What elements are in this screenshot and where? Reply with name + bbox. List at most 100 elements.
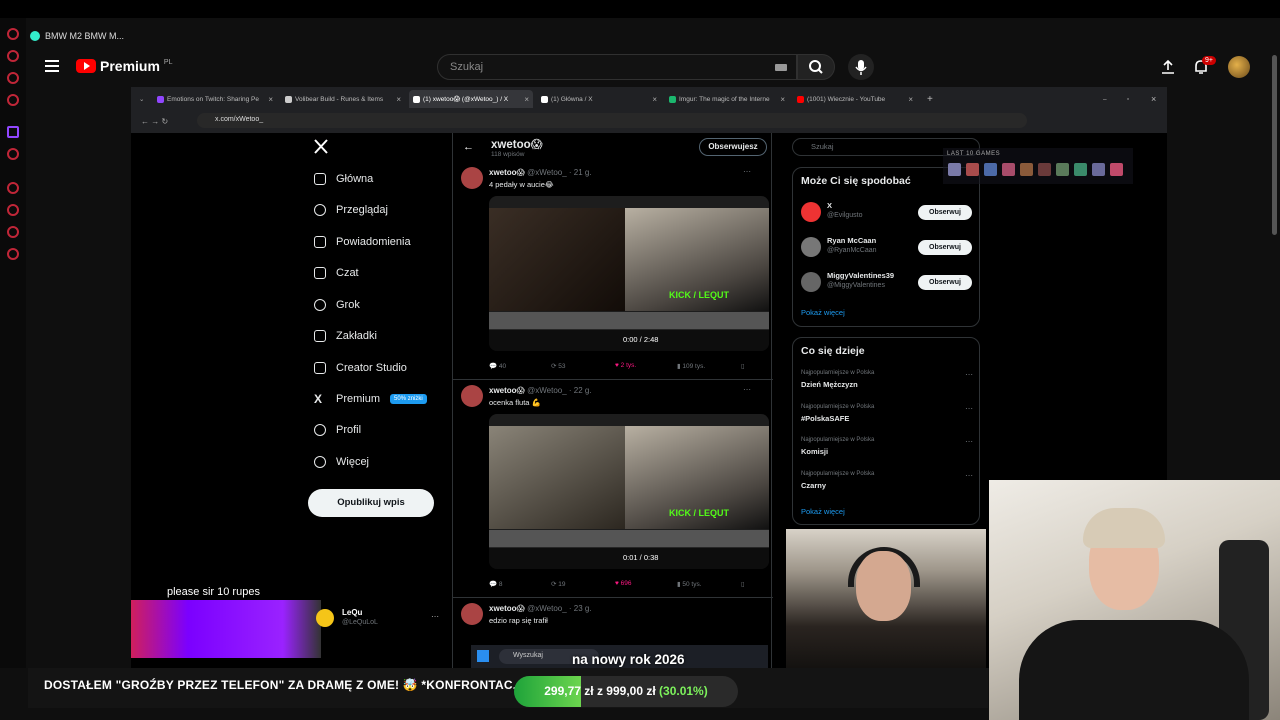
views-button[interactable]: ▮ 50 tys.: [677, 580, 702, 588]
like-button[interactable]: ♥ 2 tys.: [615, 362, 636, 369]
nav-home[interactable]: Główna: [314, 173, 373, 185]
tweet-avatar[interactable]: [461, 603, 483, 625]
video-controls[interactable]: 0:01 / 0:38: [489, 547, 769, 569]
suggestion-avatar[interactable]: [801, 202, 821, 222]
close-icon[interactable]: ×: [780, 95, 785, 104]
keyboard-icon[interactable]: [775, 64, 787, 71]
rail-clock-icon[interactable]: [7, 204, 19, 216]
views-button[interactable]: ▮ 109 tys.: [677, 362, 705, 370]
repost-button[interactable]: ⟳ 19: [551, 580, 566, 588]
page-scrollbar[interactable]: [1272, 55, 1277, 235]
like-button[interactable]: ♥ 696: [615, 580, 632, 587]
browser-tab[interactable]: BMW M2 BMW M...: [30, 28, 124, 44]
close-window-button[interactable]: ×: [1147, 90, 1161, 108]
trend-more-icon[interactable]: ⋯: [965, 404, 973, 413]
publish-post-button[interactable]: Opublikuj wpis: [308, 489, 434, 517]
nav-bookmarks[interactable]: Zakładki: [314, 330, 377, 342]
nav-buttons[interactable]: ← → ↻: [137, 112, 191, 130]
close-icon[interactable]: ×: [268, 95, 273, 104]
follow-button[interactable]: Obserwuj: [918, 240, 972, 255]
trend-more-icon[interactable]: ⋯: [965, 471, 973, 480]
rail-youtube-icon[interactable]: [7, 148, 19, 160]
chrome-tab[interactable]: Volibear Build - Runes & Items ×: [281, 90, 405, 108]
tab-search-button[interactable]: ⌄: [135, 90, 149, 108]
rail-history-icon[interactable]: [7, 28, 19, 40]
mic-button[interactable]: [848, 54, 874, 80]
close-icon[interactable]: ×: [652, 95, 657, 104]
chrome-tab[interactable]: Imgur: The magic of the Interne ×: [665, 90, 789, 108]
rail-play-icon[interactable]: [7, 182, 19, 194]
suggestion-name[interactable]: Ryan McCaan: [827, 236, 876, 245]
trend-more-icon[interactable]: ⋯: [965, 437, 973, 446]
suggestion-name[interactable]: X: [827, 201, 832, 210]
trend-item[interactable]: Czarny: [801, 481, 826, 490]
tweet-more-icon[interactable]: ⋯: [743, 167, 751, 176]
address-bar[interactable]: x.com/xWetoo_: [197, 113, 1027, 128]
suggestion-name[interactable]: MiggyValentines39: [827, 271, 894, 280]
repost-button[interactable]: ⟳ 53: [551, 362, 566, 370]
reply-button[interactable]: 💬 8: [489, 580, 503, 588]
account-avatar[interactable]: [1228, 56, 1250, 78]
rail-settings-icon[interactable]: [7, 248, 19, 260]
account-name[interactable]: LeQu: [342, 608, 362, 617]
tweet-avatar[interactable]: [461, 167, 483, 189]
nav-creator-studio[interactable]: Creator Studio: [314, 362, 407, 374]
close-icon[interactable]: ×: [908, 95, 913, 104]
tweet-author[interactable]: xwetoo😱 @xWetoo_ · 23 g.: [489, 604, 592, 613]
reply-button[interactable]: 💬 40: [489, 362, 506, 370]
back-arrow-icon[interactable]: ←: [463, 141, 474, 153]
follow-button[interactable]: Obserwuj: [918, 275, 972, 290]
tweet-video[interactable]: KICK / LEQUT 0:01 / 0:38: [489, 414, 769, 569]
nav-more[interactable]: Więcej: [314, 456, 369, 468]
rail-twitch-icon[interactable]: [7, 126, 19, 138]
nav-chat[interactable]: Czat: [314, 267, 359, 279]
rail-puzzle-icon[interactable]: [7, 226, 19, 238]
close-icon[interactable]: ×: [524, 95, 529, 104]
close-icon[interactable]: ×: [396, 95, 401, 104]
trend-more-icon[interactable]: ⋯: [965, 370, 973, 379]
tweet-author[interactable]: xwetoo😱 @xWetoo_ · 21 g.: [489, 168, 592, 177]
windows-start-icon[interactable]: [477, 650, 489, 662]
chrome-tab[interactable]: (1) Główna / X ×: [537, 90, 661, 108]
tweet-avatar[interactable]: [461, 385, 483, 407]
youtube-search-input[interactable]: Szukaj: [437, 54, 797, 80]
champion-icon: [984, 163, 997, 176]
account-avatar[interactable]: [316, 609, 334, 627]
suggestion-avatar[interactable]: [801, 272, 821, 292]
rail-chat-icon[interactable]: [7, 72, 19, 84]
suggestion-avatar[interactable]: [801, 237, 821, 257]
show-more-link[interactable]: Pokaż więcej: [801, 308, 845, 317]
follow-button[interactable]: Obserwuj: [918, 205, 972, 220]
minimize-button[interactable]: –: [1099, 90, 1113, 108]
nav-grok[interactable]: Grok: [314, 299, 360, 311]
upload-icon[interactable]: [1160, 59, 1176, 75]
rail-store-icon[interactable]: [7, 50, 19, 62]
video-controls[interactable]: 0:00 / 2:48: [489, 329, 769, 351]
new-tab-button[interactable]: +: [923, 90, 939, 108]
tweet-more-icon[interactable]: ⋯: [743, 385, 751, 394]
chrome-tab[interactable]: Emotions on Twitch: Sharing Pe ×: [153, 90, 277, 108]
show-more-link[interactable]: Pokaż więcej: [801, 507, 845, 516]
following-button[interactable]: Obserwujesz: [699, 138, 767, 156]
trend-item[interactable]: Komisji: [801, 447, 828, 456]
tweet-handle: @xWetoo_ · 21 g.: [527, 168, 592, 177]
rail-mail-icon[interactable]: [7, 94, 19, 106]
account-more-icon[interactable]: ⋯: [431, 612, 439, 621]
nav-profile[interactable]: Profil: [314, 424, 361, 436]
menu-icon[interactable]: [45, 60, 59, 72]
trend-item[interactable]: #PolskaSAFE: [801, 414, 849, 423]
maximize-button[interactable]: ▫: [1123, 90, 1137, 108]
nav-explore[interactable]: Przeglądaj: [314, 204, 388, 216]
bookmark-icon[interactable]: ▯: [741, 580, 745, 588]
tweet-video[interactable]: KICK / LEQUT 0:00 / 2:48: [489, 196, 769, 351]
tweet-author[interactable]: xwetoo😱 @xWetoo_ · 22 g.: [489, 386, 592, 395]
youtube-search-button[interactable]: [797, 54, 835, 80]
youtube-logo[interactable]: Premium PL: [76, 58, 172, 74]
bookmark-icon[interactable]: ▯: [741, 362, 745, 370]
chrome-tab[interactable]: (1001) Wiecznie - YouTube ×: [793, 90, 917, 108]
nav-premium[interactable]: X Premium 50% zniżki: [314, 393, 427, 405]
chrome-tab-active[interactable]: (1) xwetoo😱 (@xWetoo_) / X ×: [409, 90, 533, 108]
trend-item[interactable]: Dzień Mężczyzn: [801, 380, 858, 389]
nav-notifications[interactable]: Powiadomienia: [314, 236, 411, 248]
x-logo-icon[interactable]: [314, 139, 328, 154]
